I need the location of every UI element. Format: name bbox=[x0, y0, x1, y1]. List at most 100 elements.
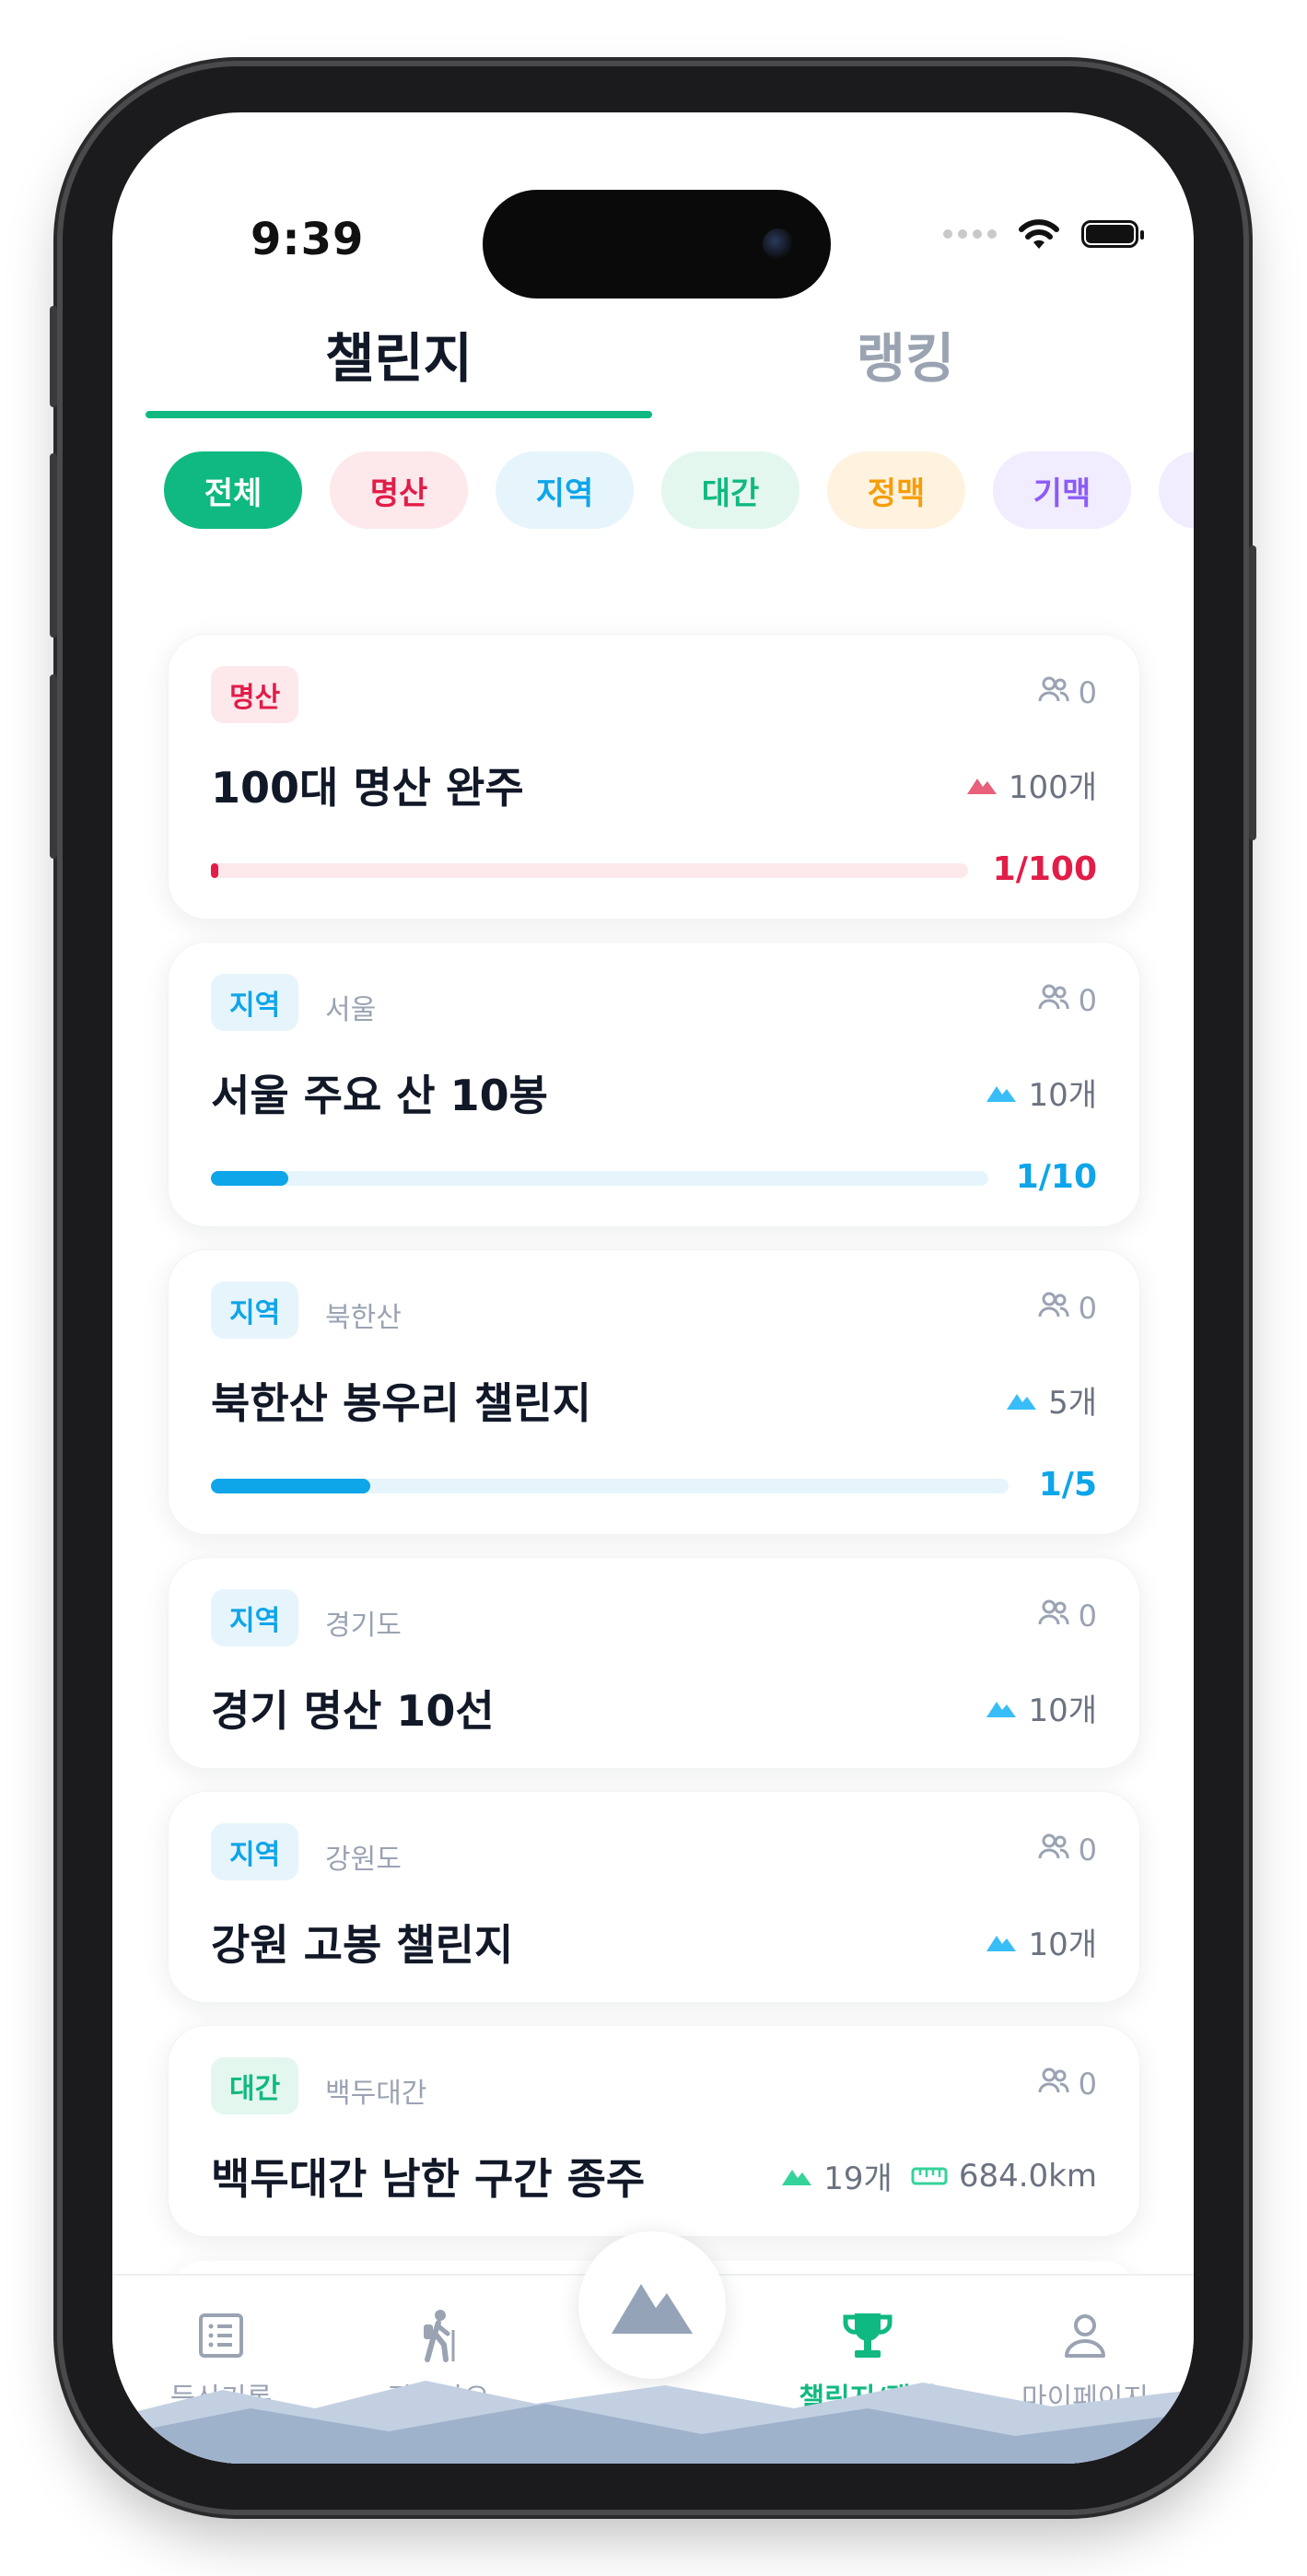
participant-count: 0 bbox=[1078, 675, 1097, 710]
active-tab-indicator bbox=[146, 411, 652, 418]
progress-fill bbox=[211, 1479, 371, 1493]
category-tag: 지역 bbox=[211, 1589, 299, 1646]
people-icon bbox=[1038, 1291, 1069, 1326]
peak-count-value: 100개 bbox=[1008, 769, 1097, 806]
peak-count-value: 10개 bbox=[1028, 1926, 1097, 1963]
participant-count: 0 bbox=[1078, 2067, 1097, 2102]
peak-count-value: 19개 bbox=[823, 2160, 893, 2197]
challenge-card[interactable]: 지역 경기도 0 경기 명산 10선 10개 bbox=[168, 1557, 1140, 1769]
progress-bar bbox=[211, 1479, 1009, 1493]
challenge-card[interactable]: 지역 서울 0 서울 주요 산 10봉 10개 1/10 bbox=[168, 942, 1140, 1227]
app-screen: 9:39 챌린지 랭킹 전체명산지역대간정맥기맥지맥 명산0100대 명산 완주… bbox=[112, 112, 1194, 2464]
region-label: 강원도 bbox=[325, 1844, 402, 1876]
filter-chip[interactable]: 대간 bbox=[661, 451, 799, 529]
mountain-icon bbox=[986, 1690, 1017, 1727]
filter-chip[interactable]: 기맥 bbox=[993, 451, 1131, 529]
people-icon bbox=[1038, 675, 1069, 710]
center-climb-button[interactable] bbox=[578, 2231, 726, 2379]
participant-count: 0 bbox=[1078, 1291, 1097, 1326]
dynamic-island bbox=[483, 190, 831, 299]
camera-icon bbox=[763, 228, 794, 260]
action-button bbox=[50, 306, 57, 407]
mountain-icon bbox=[781, 2158, 812, 2195]
signal-icon bbox=[943, 229, 997, 239]
progress-fill bbox=[211, 863, 219, 878]
peak-count: 10개 bbox=[986, 1070, 1097, 1115]
people-icon bbox=[1038, 983, 1069, 1018]
challenge-card[interactable]: 대간 백두대간 0 백두대간 남한 구간 종주 19개 684.0km bbox=[168, 2025, 1140, 2237]
category-tag: 지역 bbox=[211, 1823, 299, 1880]
progress-text: 1/10 bbox=[1015, 1158, 1097, 1196]
volume-up-button bbox=[50, 453, 57, 638]
challenge-card[interactable]: 지역 강원도 0 강원 고봉 챌린지 10개 bbox=[168, 1791, 1140, 2003]
participant-count: 0 bbox=[1078, 983, 1097, 1018]
region-label: 북한산 bbox=[325, 1302, 402, 1334]
peak-count: 10개 bbox=[986, 1685, 1097, 1730]
tab-challenge[interactable]: 챌린지 bbox=[146, 315, 652, 392]
peak-count-value: 5개 bbox=[1048, 1385, 1097, 1422]
power-button bbox=[1249, 545, 1256, 840]
mountain-icon bbox=[612, 2284, 693, 2334]
challenge-card[interactable]: 명산 0 100대 명산 완주 100개 1/100 bbox=[168, 634, 1140, 919]
peak-count: 5개 bbox=[1006, 1377, 1097, 1423]
distance-value: 684.0km bbox=[958, 2157, 1097, 2195]
peak-count: 19개 684.0km bbox=[781, 2153, 1097, 2198]
filter-chip[interactable]: 명산 bbox=[330, 451, 468, 529]
category-tag: 명산 bbox=[211, 666, 299, 723]
person-icon bbox=[1065, 2314, 1105, 2358]
challenge-title: 100대 명산 완주 bbox=[211, 763, 524, 813]
top-tabs: 챌린지 랭킹 bbox=[146, 315, 1159, 398]
list-icon bbox=[199, 2313, 243, 2358]
volume-down-button bbox=[50, 674, 57, 859]
hiker-icon bbox=[424, 2310, 455, 2362]
people-icon bbox=[1038, 1598, 1069, 1633]
progress-fill bbox=[211, 1171, 289, 1186]
progress-bar bbox=[211, 863, 968, 878]
challenge-card[interactable]: 지역 북한산 0 북한산 봉우리 챌린지 5개 1/5 bbox=[168, 1249, 1140, 1535]
mountain-icon bbox=[986, 1924, 1017, 1961]
filter-chip[interactable]: 지역 bbox=[496, 451, 634, 529]
mountain-icon bbox=[986, 1074, 1017, 1111]
challenge-title: 북한산 봉우리 챌린지 bbox=[211, 1378, 591, 1428]
filter-chip[interactable]: 지맥 bbox=[1159, 451, 1194, 529]
filter-chip[interactable]: 정맥 bbox=[827, 451, 965, 529]
filter-chip[interactable]: 전체 bbox=[164, 451, 302, 529]
participant-count: 0 bbox=[1078, 1598, 1097, 1633]
progress-bar bbox=[211, 1171, 988, 1186]
participants: 0 bbox=[1038, 675, 1097, 710]
peak-count-value: 10개 bbox=[1028, 1692, 1097, 1729]
progress-text: 1/5 bbox=[1038, 1466, 1097, 1504]
participants: 0 bbox=[1038, 1832, 1097, 1868]
trophy-icon bbox=[843, 2313, 893, 2358]
region-label: 경기도 bbox=[325, 1610, 402, 1642]
mountain-icon bbox=[1006, 1382, 1037, 1419]
challenge-title: 서울 주요 산 10봉 bbox=[211, 1071, 548, 1120]
peak-count-value: 10개 bbox=[1028, 1077, 1097, 1114]
mountain-icon bbox=[966, 767, 998, 803]
region-label: 서울 bbox=[325, 994, 377, 1026]
status-indicators bbox=[943, 217, 1144, 251]
participants: 0 bbox=[1038, 1598, 1097, 1633]
peak-count: 100개 bbox=[966, 762, 1097, 807]
wifi-icon bbox=[1019, 219, 1059, 249]
ruler-icon bbox=[911, 2158, 948, 2195]
status-time: 9:39 bbox=[251, 214, 365, 265]
category-filter: 전체 명산 지역 대간 정맥 기맥 지맥 bbox=[164, 451, 1194, 529]
challenge-title: 강원 고봉 챌린지 bbox=[211, 1920, 514, 1970]
category-tag: 대간 bbox=[211, 2057, 299, 2114]
people-icon bbox=[1038, 1832, 1069, 1868]
phone-frame: 9:39 챌린지 랭킹 전체명산지역대간정맥기맥지맥 명산0100대 명산 완주… bbox=[50, 66, 1256, 2510]
region-label: 백두대간 bbox=[325, 2078, 427, 2110]
mountain-backdrop bbox=[112, 2381, 1194, 2464]
category-tag: 지역 bbox=[211, 1282, 299, 1339]
challenge-title: 경기 명산 10선 bbox=[211, 1686, 495, 1736]
participants: 0 bbox=[1038, 2067, 1097, 2102]
peak-count: 10개 bbox=[986, 1919, 1097, 1964]
challenge-title: 백두대간 남한 구간 종주 bbox=[211, 2154, 646, 2204]
tab-ranking[interactable]: 랭킹 bbox=[652, 315, 1159, 392]
participant-count: 0 bbox=[1078, 1832, 1097, 1868]
people-icon bbox=[1038, 2067, 1069, 2102]
participants: 0 bbox=[1038, 983, 1097, 1018]
battery-icon bbox=[1081, 220, 1144, 248]
participants: 0 bbox=[1038, 1291, 1097, 1326]
